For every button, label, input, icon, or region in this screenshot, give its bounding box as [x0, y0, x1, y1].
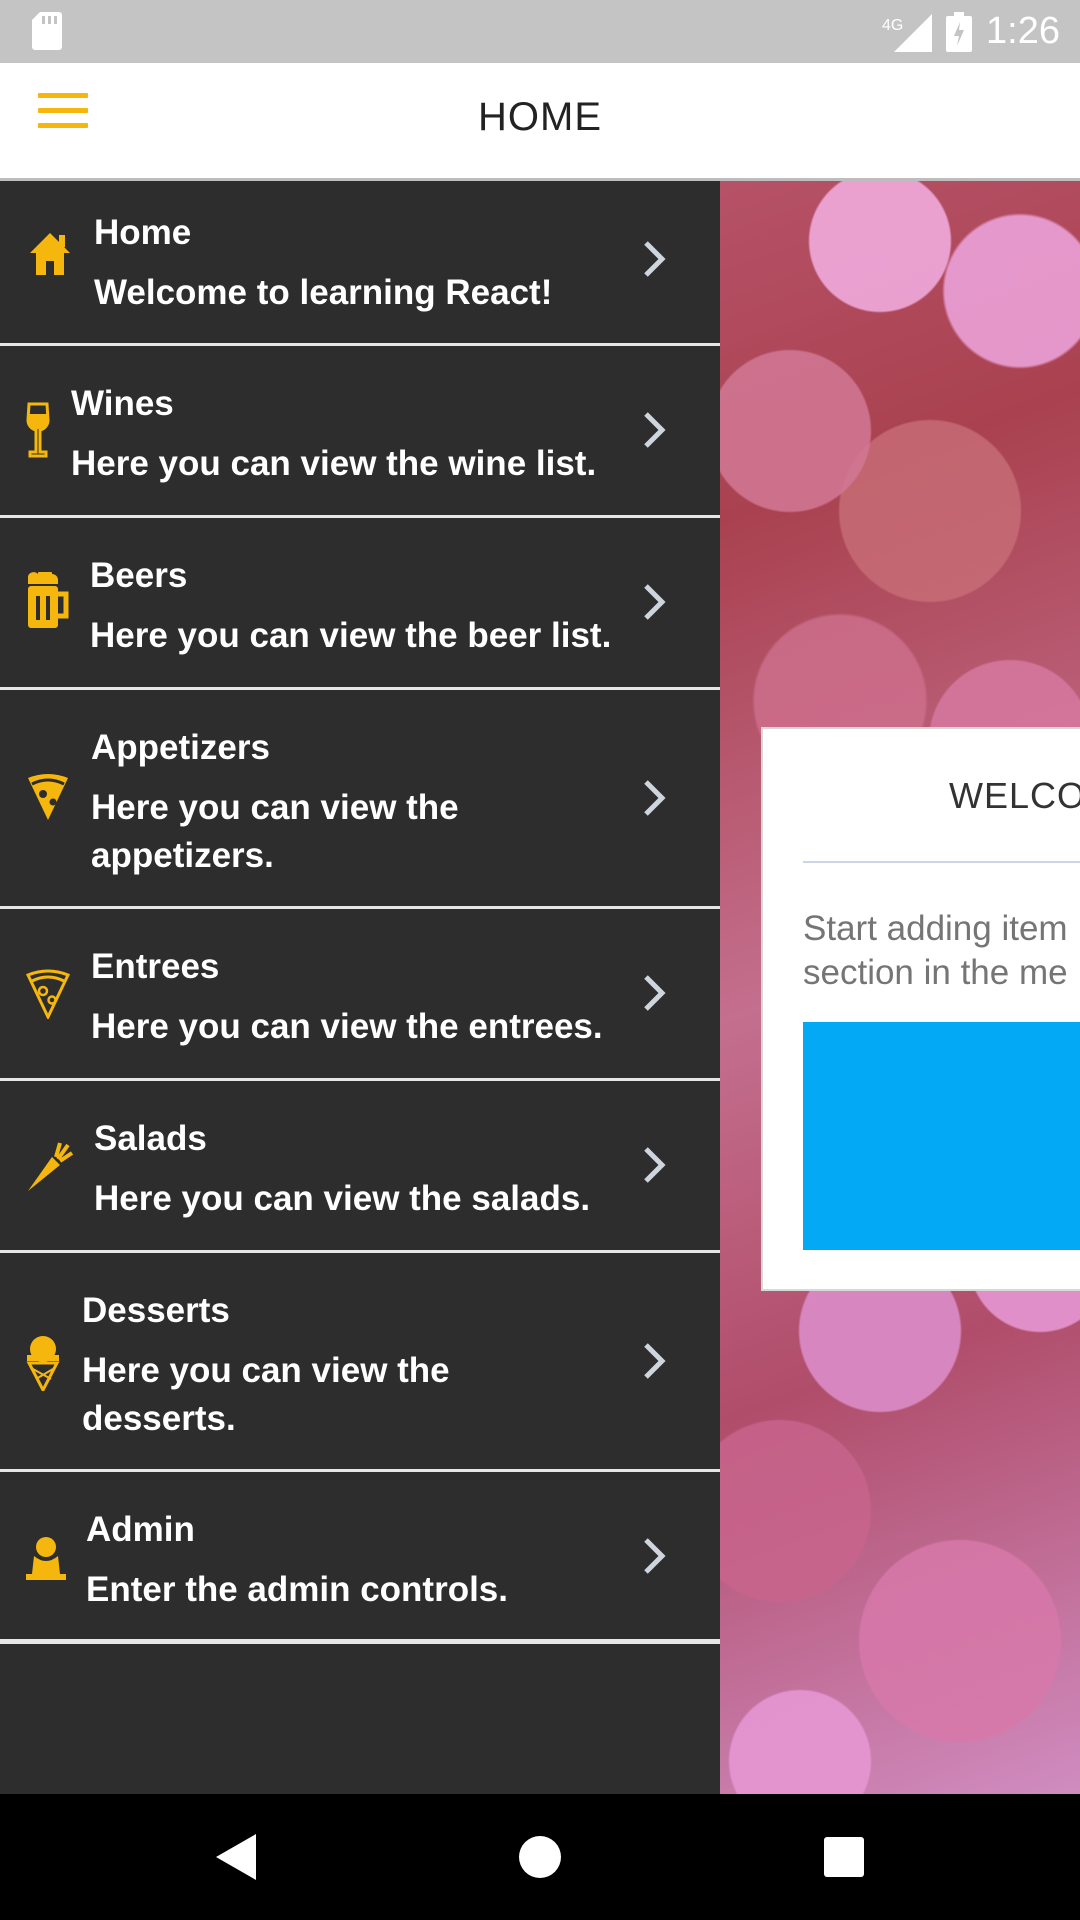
menu-item-beers[interactable]: Beers Here you can view the beer list. [0, 518, 720, 690]
menu-item-appetizers[interactable]: Appetizers Here you can view the appetiz… [0, 690, 720, 909]
back-icon[interactable] [166, 1794, 306, 1920]
chevron-right-icon [644, 241, 666, 277]
menu-item-title: Admin [86, 1510, 195, 1549]
welcome-card: WELCOM Start adding item section in the … [761, 727, 1080, 1291]
sd-card-icon [32, 12, 62, 50]
menu-item-description: Enter the admin controls. [86, 1570, 508, 1609]
recents-icon[interactable] [774, 1794, 914, 1920]
menu-item-title: Appetizers [91, 728, 270, 767]
menu-item-description: Here you can view the salads. [94, 1179, 591, 1218]
home-icon [30, 233, 70, 275]
battery-icon [946, 11, 973, 52]
menu-item-entrees[interactable]: Entrees Here you can view the entrees. [0, 909, 720, 1081]
chevron-right-icon [644, 1147, 666, 1183]
menu-item-title: Desserts [82, 1291, 230, 1330]
welcome-action-button[interactable] [803, 1022, 1080, 1250]
menu-item-title: Entrees [91, 947, 220, 986]
status-time: 1:26 [986, 10, 1060, 52]
menu-item-description: Here you can view the entrees. [91, 1007, 603, 1046]
home-circle-icon[interactable] [470, 1794, 610, 1920]
ice-cream-icon [26, 1336, 60, 1391]
navigation-drawer: Home Welcome to learning React! Wines He… [0, 181, 720, 1794]
divider [803, 861, 1080, 863]
menu-item-home[interactable]: Home Welcome to learning React! [0, 181, 720, 346]
user-icon [26, 1537, 66, 1580]
wine-glass-icon [26, 402, 50, 458]
welcome-title: WELCOM [949, 775, 1080, 816]
svg-text:4G: 4G [882, 17, 903, 34]
system-navigation-bar [0, 1794, 1080, 1920]
menu-item-description: Here you can view the appetizers. [91, 788, 459, 875]
menu-item-title: Wines [71, 384, 174, 423]
pizza-slice-icon [28, 774, 68, 820]
welcome-body: Start adding item section in the me [803, 909, 1068, 992]
beer-mug-icon [28, 572, 69, 628]
menu-item-title: Home [94, 213, 192, 252]
chevron-right-icon [644, 412, 666, 448]
menu-item-salads[interactable]: Salads Here you can view the salads. [0, 1081, 720, 1253]
page-title: HOME [478, 95, 602, 139]
status-bar: 4G 1:26 [0, 0, 1080, 63]
signal-4g-icon: 4G [882, 13, 933, 52]
menu-item-description: Here you can view the wine list. [71, 444, 597, 483]
chevron-right-icon [644, 584, 666, 620]
pizza-slice-outline-icon [26, 969, 70, 1019]
chevron-right-icon [644, 975, 666, 1011]
menu-item-admin[interactable]: Admin Enter the admin controls. [0, 1472, 720, 1644]
menu-item-description: Welcome to learning React! [94, 273, 553, 312]
menu-item-description: Here you can view the desserts. [82, 1351, 450, 1438]
chevron-right-icon [644, 1538, 666, 1574]
menu-item-wines[interactable]: Wines Here you can view the wine list. [0, 346, 720, 518]
app-header: HOME [0, 63, 1080, 181]
menu-item-title: Beers [90, 556, 188, 595]
chevron-right-icon [644, 1343, 666, 1379]
chevron-right-icon [644, 780, 666, 816]
menu-item-description: Here you can view the beer list. [90, 616, 612, 655]
menu-item-desserts[interactable]: Desserts Here you can view the desserts. [0, 1253, 720, 1472]
menu-item-title: Salads [94, 1119, 207, 1158]
carrot-icon [28, 1142, 74, 1191]
